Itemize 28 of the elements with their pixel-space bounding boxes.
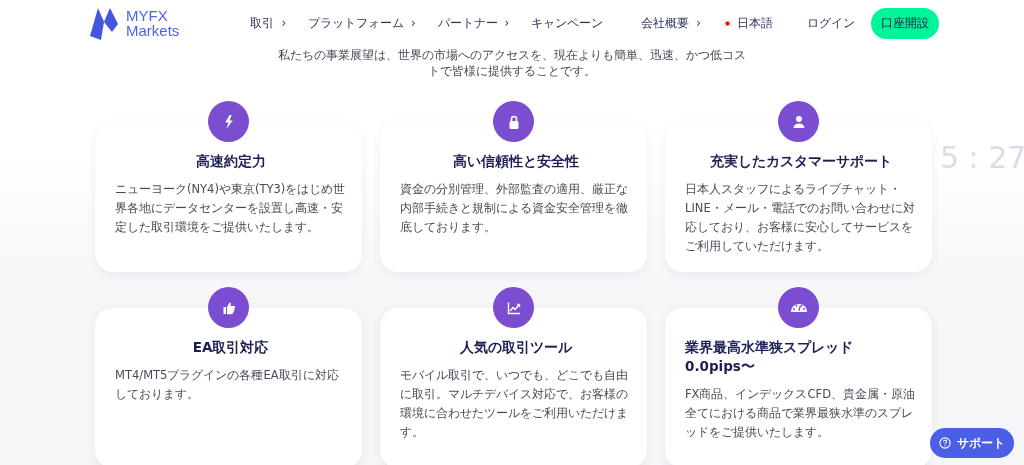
lightning-bolt-icon	[224, 114, 233, 129]
login-link[interactable]: ログイン	[806, 15, 855, 31]
feature-description: FX商品、インデックスCFD、貴金属・原油全てにおける商品で業界最狭水準のスプレッドをご提供いたします。	[685, 386, 916, 441]
nav-link[interactable]: パートナー ›	[437, 15, 518, 31]
nav-link[interactable]: 取引 ›	[250, 15, 294, 31]
feature-description: 資金の分別管理、外部監査の適用、厳正な内部手続きと規制による資金安全管理を徹底しております。	[400, 181, 629, 236]
open-account-button[interactable]: 口座開設	[870, 7, 939, 39]
feature-title: 業界最高水準狭スプレッド0.0pips〜	[685, 338, 854, 376]
feature-description: MT4/MT5プラグインの各種EA取引に対応しております。	[115, 367, 340, 403]
feature-title: 充実したカスタマーサポート	[709, 152, 892, 171]
feature-description: ニューヨーク(NY4)や東京(TY3)をはじめ世界各地にデータセンターを設置し高速・安定した取引環境をご提供いたします。	[115, 181, 346, 236]
language-link[interactable]: 日本語	[736, 15, 773, 31]
nav-link[interactable]: キャンペーン	[531, 15, 612, 31]
feature-title: 人気の取引ツール	[459, 338, 572, 357]
feature-title: 高い信頼性と安全性	[452, 152, 579, 171]
nav-link[interactable]: プラットフォーム ›	[308, 15, 424, 31]
support-button[interactable]: サポート	[930, 428, 1014, 458]
logo-text: MYFX	[126, 8, 169, 23]
feature-title: 高速約定力	[195, 152, 266, 171]
intro-text: 私たちの事業展望は、世界の市場へのアクセスを、現在よりも簡単、迅速、かつ低コストで皆様に提供することです。	[277, 47, 747, 79]
feature-description: 日本人スタッフによるライブチャット・LINE・メール・電話でのお問い合わせに対応しており、お客様に安心してサービスをご利用していただけます。	[685, 181, 916, 255]
help-icon	[939, 436, 951, 450]
flag-icon	[722, 19, 732, 27]
gauge-icon	[790, 303, 807, 312]
logo-text: Markets	[126, 23, 180, 38]
feature-title: EA取引対応	[192, 338, 269, 357]
feature-description: モバイル取引で、いつでも、どこでも自由に取引。マルチデバイス対応で、お客様の環境に合わせたツールをご利用いただけます。	[400, 367, 629, 441]
nav-link[interactable]: 会社概要 ›	[641, 15, 709, 31]
